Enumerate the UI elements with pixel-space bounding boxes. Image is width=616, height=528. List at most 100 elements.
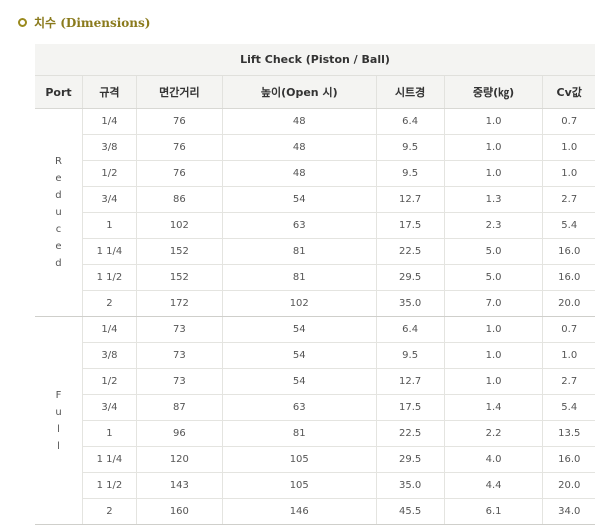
table-cell: 2.2 (443, 420, 543, 447)
table-cell: 105 (221, 446, 377, 473)
table-cell: 20.0 (542, 472, 595, 499)
table-cell: 16.0 (542, 446, 595, 473)
table-cell: 160 (135, 498, 223, 525)
table-body: Re d u c e d 1/4 76 48 6.4 1.0 0.7 3/8 76 48 9.5 1.0 1.0 1… (35, 108, 595, 525)
table-cell: 4.0 (443, 446, 543, 473)
table-row: 3/8 73 54 9.5 1.0 1.0 (35, 342, 595, 369)
table-row: 1 1/2 143 105 35.0 4.4 20.0 (35, 472, 595, 499)
table-cell: 0.7 (542, 108, 595, 135)
table-cell: 1.0 (443, 368, 543, 395)
table-cell: 73 (135, 368, 223, 395)
table-cell: 34.0 (542, 498, 595, 525)
size-cell: 1/4 (81, 108, 137, 135)
table-cell: 5.4 (542, 394, 595, 421)
table-cell: 2.7 (542, 186, 595, 213)
size-cell: 2 (81, 498, 137, 525)
table-row: Fu l l 1/4 73 54 6.4 1.0 0.7 (35, 316, 595, 525)
table-cell: 54 (221, 316, 377, 343)
table-cell: 102 (135, 212, 223, 239)
table-cell: 48 (221, 160, 377, 187)
table-cell: 1.0 (542, 134, 595, 161)
table-cell: 73 (135, 342, 223, 369)
table-cell: 17.5 (375, 212, 445, 239)
dimensions-table: Lift Check (Piston / Ball) Port 규격 면간거리 높이(… (35, 44, 595, 525)
table-row: 1 102 63 17.5 2.3 5.4 (35, 212, 595, 239)
table-cell: 48 (221, 108, 377, 135)
section-header: 치수 (Dimensions) (18, 14, 150, 31)
table-cell: 45.5 (375, 498, 445, 525)
table-cell: 96 (135, 420, 223, 447)
table-cell: 1.0 (443, 108, 543, 135)
table-cell: 54 (221, 368, 377, 395)
table-cell: 29.5 (375, 264, 445, 291)
table-row: 1 1/2 152 81 29.5 5.0 16.0 (35, 264, 595, 291)
table-cell: 2.3 (443, 212, 543, 239)
size-cell: 3/8 (81, 134, 137, 161)
table-row: 3/4 87 63 17.5 1.4 5.4 (35, 394, 595, 421)
table-cell: 87 (135, 394, 223, 421)
size-cell: 1 1/2 (81, 472, 137, 499)
table-cell: 9.5 (375, 342, 445, 369)
table-cell: 12.7 (375, 186, 445, 213)
table-cell: 29.5 (375, 446, 445, 473)
table-cell: 81 (221, 264, 377, 291)
table-row: 2 172 102 35.0 7.0 20.0 (35, 290, 595, 317)
size-cell: 1 (81, 420, 137, 447)
table-cell: 63 (221, 394, 377, 421)
table-cell: 172 (135, 290, 223, 317)
table-cell: 13.5 (542, 420, 595, 447)
table-title: Lift Check (Piston / Ball) (35, 44, 595, 76)
table-cell: 6.4 (375, 108, 445, 135)
table-cell: 81 (221, 420, 377, 447)
table-cell: 152 (135, 264, 223, 291)
table-cell: 76 (135, 134, 223, 161)
column-header: 면간거리 (135, 75, 223, 109)
column-header: 높이(Open 시) (221, 75, 377, 109)
table-cell: 22.5 (375, 238, 445, 265)
table-row: 1 1/4 152 81 22.5 5.0 16.0 (35, 238, 595, 265)
column-header: 규격 (81, 75, 137, 109)
size-cell: 1/2 (81, 160, 137, 187)
column-header: 중량(㎏) (443, 75, 543, 109)
table-cell: 7.0 (443, 290, 543, 317)
table-cell: 120 (135, 446, 223, 473)
table-cell: 105 (221, 472, 377, 499)
table-cell: 9.5 (375, 160, 445, 187)
size-cell: 2 (81, 290, 137, 317)
table-cell: 16.0 (542, 238, 595, 265)
table-cell: 1.0 (443, 316, 543, 343)
size-cell: 1 1/4 (81, 446, 137, 473)
table-cell: 73 (135, 316, 223, 343)
table-cell: 17.5 (375, 394, 445, 421)
table-cell: 1.3 (443, 186, 543, 213)
size-cell: 3/4 (81, 186, 137, 213)
table-cell: 1.0 (443, 160, 543, 187)
section-title: 치수 (Dimensions) (34, 16, 151, 30)
table-cell: 2.7 (542, 368, 595, 395)
table-cell: 146 (221, 498, 377, 525)
port-cell: Reduced (35, 108, 83, 317)
size-cell: 3/4 (81, 394, 137, 421)
table-cell: 20.0 (542, 290, 595, 317)
table-cell: 86 (135, 186, 223, 213)
table-cell: 81 (221, 238, 377, 265)
table-cell: 63 (221, 212, 377, 239)
table-cell: 22.5 (375, 420, 445, 447)
port-label: Full (55, 389, 62, 452)
table-cell: 152 (135, 238, 223, 265)
size-cell: 1 (81, 212, 137, 239)
table-row: 1/2 76 48 9.5 1.0 1.0 (35, 160, 595, 187)
table-cell: 4.4 (443, 472, 543, 499)
column-header: Port (35, 75, 83, 109)
table-cell: 1.0 (443, 134, 543, 161)
table-cell: 12.7 (375, 368, 445, 395)
table-row: 3/4 86 54 12.7 1.3 2.7 (35, 186, 595, 213)
size-cell: 1 1/2 (81, 264, 137, 291)
table-row: 1 96 81 22.5 2.2 13.5 (35, 420, 595, 447)
circle-bullet-icon (18, 18, 27, 27)
table-cell: 6.4 (375, 316, 445, 343)
table-row: 1 1/4 120 105 29.5 4.0 16.0 (35, 446, 595, 473)
size-cell: 1 1/4 (81, 238, 137, 265)
table-cell: 35.0 (375, 290, 445, 317)
table-cell: 35.0 (375, 472, 445, 499)
